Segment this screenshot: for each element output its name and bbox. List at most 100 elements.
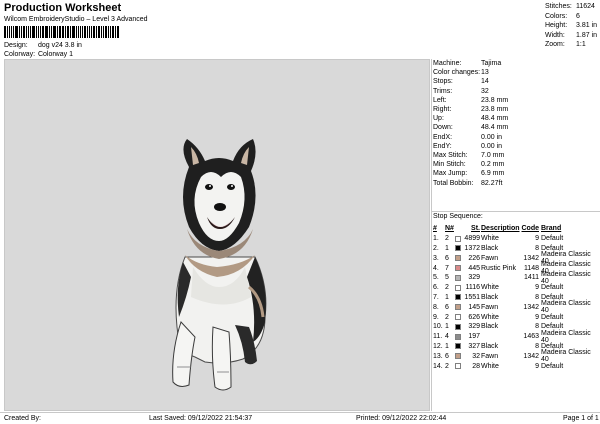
stat-row: Colors: 6 (545, 13, 597, 23)
stop-number: 10. (433, 323, 443, 331)
stop-number: 6. (433, 284, 439, 292)
stat-label: Stitches: (545, 3, 572, 10)
stop-number: 9. (433, 313, 439, 321)
thread-code: 1411 (523, 274, 539, 282)
machine-label: Left: (433, 96, 447, 104)
machine-label: Min Stitch: (433, 161, 466, 169)
stitch-count: 329 (468, 274, 480, 282)
stitch-count: 626 (468, 313, 480, 321)
thread-code: 9 (535, 235, 539, 243)
stitch-count: 327 (468, 342, 480, 350)
stitch-count: 1551 (464, 293, 480, 301)
needle-number: 5 (445, 274, 449, 282)
needle-number: 6 (445, 303, 449, 311)
stop-row: 13. 6 32 Fawn 1342 Madeira Classic 40 (433, 349, 599, 364)
thread-brand: Default (541, 313, 564, 321)
color-description: Fawn (481, 254, 499, 262)
machine-row: Stops: 14 (433, 77, 599, 86)
machine-label: EndY: (433, 142, 452, 150)
color-swatch (455, 274, 463, 281)
stop-number: 5. (433, 274, 439, 282)
thread-color-swatch (455, 314, 461, 321)
stat-row: Height: 3.81 in (545, 22, 597, 32)
thread-code: 1342 (523, 352, 539, 360)
needle-number: 6 (445, 254, 449, 262)
machine-label: Down: (433, 124, 453, 132)
last-saved: Last Saved: 09/12/2022 21:54:37 (149, 415, 253, 422)
machine-row: Color changes: 13 (433, 68, 599, 77)
color-swatch (455, 265, 463, 272)
col-header-description: Description (481, 225, 520, 233)
stat-row: Zoom: 1:1 (545, 41, 597, 51)
worksheet-footer: Created By: Last Saved: 09/12/2022 21:54… (0, 412, 600, 424)
needle-number: 6 (445, 352, 449, 360)
stop-row: 5. 5 329 1411 Madeira Classic 40 (433, 270, 599, 285)
machine-label: Max Jump: (433, 170, 468, 178)
created-by: Created By: (4, 415, 41, 422)
thread-color-swatch (455, 274, 461, 281)
stop-number: 2. (433, 244, 439, 252)
machine-row: Up: 48.4 mm (433, 114, 599, 123)
machine-row: Max Jump: 6.9 mm (433, 169, 599, 178)
color-swatch (455, 245, 463, 252)
needle-number: 4 (445, 333, 449, 341)
stop-row: 11. 4 197 1463 Madeira Classic 40 (433, 329, 599, 344)
thread-color-swatch (455, 284, 461, 291)
thread-brand: Default (541, 284, 564, 292)
machine-label: Max Stitch: (433, 151, 468, 159)
stitch-count: 1372 (464, 244, 480, 252)
thread-code: 8 (535, 323, 539, 331)
thread-code: 8 (535, 293, 539, 301)
stitch-count: 1116 (465, 284, 480, 292)
stat-label: Height: (545, 22, 568, 30)
thread-color-swatch (455, 353, 461, 360)
thread-color-swatch (455, 265, 461, 272)
machine-row: Min Stitch: 0.2 mm (433, 160, 599, 169)
barcode-icon (4, 26, 120, 38)
stop-sequence-table: # N# St. Description Code Brand 1. 2 4899 W… (433, 224, 599, 371)
thread-code: 8 (535, 342, 539, 350)
embroidered-dog-image (172, 139, 267, 391)
stat-label: Colors: (545, 12, 568, 20)
machine-value: 14 (481, 78, 489, 86)
color-description: White (481, 235, 499, 243)
machine-row: Down: 48.4 mm (433, 123, 599, 132)
needle-number: 1 (445, 293, 449, 301)
col-header-brand: Brand (541, 225, 562, 233)
machine-row: Total Bobbin: 82.27ft (433, 178, 599, 187)
col-header-needle: N# (445, 225, 454, 233)
stitch-count: 226 (468, 254, 480, 262)
software-subtitle: Wilcom EmbroideryStudio – Level 3 Advanc… (4, 16, 148, 23)
machine-label: EndX: (433, 133, 453, 141)
thread-color-swatch (455, 235, 461, 242)
worksheet-header: Production Worksheet Wilcom EmbroiderySt… (0, 0, 600, 58)
machine-value: 48.4 mm (481, 115, 509, 123)
needle-number: 1 (445, 244, 449, 252)
thread-brand: Madeira Classic 40 (541, 349, 591, 364)
stop-row: 9. 2 626 White 9 Default (433, 312, 599, 322)
thread-color-swatch (455, 294, 461, 301)
machine-row: Max Stitch: 7.0 mm (433, 151, 599, 160)
design-preview-canvas[interactable] (4, 59, 430, 411)
needle-number: 7 (445, 264, 449, 272)
stitch-count: 197 (468, 333, 480, 341)
printed-date: Printed: 09/12/2022 22:02:44 (356, 415, 447, 422)
thread-brand: Madeira Classic 40 (541, 329, 591, 344)
needle-number: 1 (445, 342, 449, 350)
stop-row: 14. 2 28 White 9 Default (433, 361, 599, 371)
machine-value: 0.00 in (481, 133, 503, 141)
page-number: Page 1 of 1 (563, 415, 599, 422)
thread-color-swatch (455, 333, 461, 340)
thread-color-swatch (455, 323, 461, 330)
machine-label: Right: (433, 106, 452, 114)
design-name-row: Design: dog v24 3.8 in (4, 42, 82, 49)
stop-row: 6. 2 1116 White 9 Default (433, 283, 599, 293)
info-panel: Machine: Tajima Color changes: 13 Stops: 14… (431, 59, 600, 411)
color-description: Fawn (481, 352, 499, 360)
needle-number: 1 (445, 323, 449, 331)
stitch-count: 28 (472, 362, 480, 370)
thread-brand: Madeira Classic 40 (541, 270, 591, 285)
machine-value: 0.2 mm (481, 161, 505, 169)
color-description: Black (481, 323, 499, 331)
needle-number: 2 (445, 284, 449, 292)
